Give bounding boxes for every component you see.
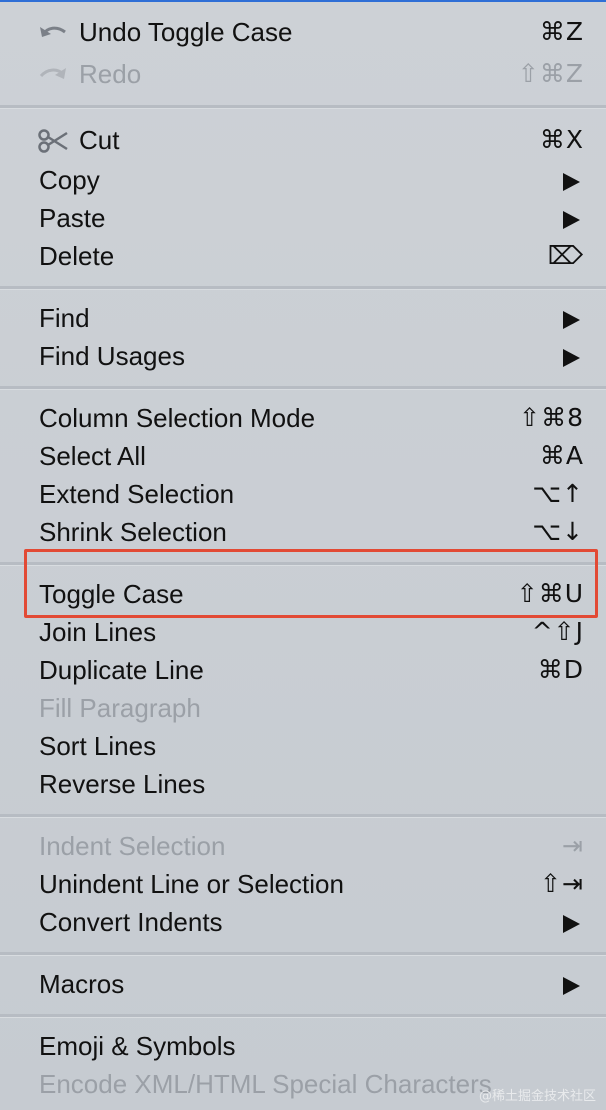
submenu-arrow-icon bbox=[563, 311, 580, 329]
submenu-arrow-icon bbox=[563, 977, 580, 995]
menu-item-find[interactable]: Find bbox=[0, 299, 606, 337]
menu-item-cut[interactable]: Cut ⌘X bbox=[0, 121, 606, 159]
menu-item-label: Column Selection Mode bbox=[39, 403, 316, 433]
menu-item-convert-indents[interactable]: Convert Indents bbox=[0, 903, 606, 941]
menu-item-label: Indent Selection bbox=[39, 831, 226, 861]
menu-separator bbox=[0, 952, 606, 956]
delete-forward-icon: ⌦ bbox=[547, 241, 584, 270]
shortcut-label: ⌘X bbox=[539, 125, 584, 154]
undo-arrow-icon bbox=[37, 13, 71, 51]
shortcut-label: ⌘A bbox=[539, 441, 584, 470]
shortcut-label: ⇧⌘8 bbox=[519, 403, 584, 432]
menu-item-label: Paste bbox=[39, 203, 106, 233]
menu-item-label: Encode XML/HTML Special Characters bbox=[39, 1069, 492, 1099]
menu-item-label: Copy bbox=[39, 165, 100, 195]
menu-item-redo: Redo ⇧⌘Z bbox=[0, 55, 606, 93]
menu-separator bbox=[0, 386, 606, 390]
menu-item-label: Macros bbox=[39, 969, 125, 999]
menu-item-fill-paragraph: Fill Paragraph bbox=[0, 689, 606, 727]
menu-item-label: Reverse Lines bbox=[39, 769, 206, 799]
menu-item-select-all[interactable]: Select All ⌘A bbox=[0, 437, 606, 475]
menu-item-label: Shrink Selection bbox=[39, 517, 227, 547]
watermark: @稀土掘金技术社区 bbox=[478, 1089, 596, 1104]
menu-item-reverse-lines[interactable]: Reverse Lines bbox=[0, 765, 606, 803]
menu-item-label: Delete bbox=[39, 241, 115, 271]
menu-item-delete[interactable]: Delete ⌦ bbox=[0, 237, 606, 275]
shortcut-label: ⌘Z bbox=[539, 17, 584, 46]
menu-item-label: Sort Lines bbox=[39, 731, 157, 761]
menu-item-label: Duplicate Line bbox=[39, 655, 204, 685]
menu-item-copy[interactable]: Copy bbox=[0, 161, 606, 199]
highlight-box bbox=[24, 549, 598, 618]
menu-item-shrink-selection[interactable]: Shrink Selection ⌥↓ bbox=[0, 513, 606, 551]
tab-arrow-icon: ⇥ bbox=[562, 831, 584, 860]
menu-item-join-lines[interactable]: Join Lines ^⇧J bbox=[0, 613, 606, 651]
menu-item-label: Cut bbox=[79, 125, 120, 155]
submenu-arrow-icon bbox=[563, 915, 580, 933]
menu-item-find-usages[interactable]: Find Usages bbox=[0, 337, 606, 375]
submenu-arrow-icon bbox=[563, 349, 580, 367]
submenu-arrow-icon bbox=[563, 173, 580, 191]
menu-item-label: Extend Selection bbox=[39, 479, 235, 509]
menu-item-macros[interactable]: Macros bbox=[0, 965, 606, 1003]
menu-item-duplicate-line[interactable]: Duplicate Line ⌘D bbox=[0, 651, 606, 689]
menu-item-indent-selection: Indent Selection ⇥ bbox=[0, 827, 606, 865]
shortcut-label: ⌘D bbox=[537, 655, 584, 684]
shortcut-label: ⌥↓ bbox=[532, 517, 584, 546]
menu-item-label: Undo Toggle Case bbox=[79, 17, 293, 47]
menu-item-emoji-symbols[interactable]: Emoji & Symbols bbox=[0, 1027, 606, 1065]
menu-item-sort-lines[interactable]: Sort Lines bbox=[0, 727, 606, 765]
scissors-icon bbox=[37, 121, 71, 159]
submenu-arrow-icon bbox=[563, 211, 580, 229]
menu-item-label: Convert Indents bbox=[39, 907, 223, 937]
redo-arrow-icon bbox=[37, 55, 71, 93]
menu-separator bbox=[0, 1014, 606, 1018]
menu-separator bbox=[0, 814, 606, 818]
shortcut-label: ⇧⌘Z bbox=[517, 59, 584, 88]
edit-menu: Undo Toggle Case ⌘Z Redo ⇧⌘Z Cut ⌘X Copy… bbox=[0, 0, 606, 1110]
menu-item-label: Emoji & Symbols bbox=[39, 1031, 236, 1061]
menu-item-column-selection-mode[interactable]: Column Selection Mode ⇧⌘8 bbox=[0, 399, 606, 437]
menu-item-unindent[interactable]: Unindent Line or Selection ⇧⇥ bbox=[0, 865, 606, 903]
menu-item-label: Find bbox=[39, 303, 90, 333]
menu-item-undo[interactable]: Undo Toggle Case ⌘Z bbox=[0, 13, 606, 51]
shortcut-label: ⇧⇥ bbox=[540, 869, 584, 898]
menu-item-label: Find Usages bbox=[39, 341, 185, 371]
menu-item-label: Fill Paragraph bbox=[39, 693, 201, 723]
menu-item-label: Redo bbox=[79, 59, 142, 89]
menu-item-extend-selection[interactable]: Extend Selection ⌥↑ bbox=[0, 475, 606, 513]
shortcut-label: ⌥↑ bbox=[532, 479, 584, 508]
menu-item-label: Unindent Line or Selection bbox=[39, 869, 344, 899]
shortcut-label: ^⇧J bbox=[531, 617, 584, 646]
menu-separator bbox=[0, 286, 606, 290]
menu-item-paste[interactable]: Paste bbox=[0, 199, 606, 237]
menu-item-label: Select All bbox=[39, 441, 146, 471]
menu-item-label: Join Lines bbox=[39, 617, 157, 647]
menu-separator bbox=[0, 105, 606, 109]
